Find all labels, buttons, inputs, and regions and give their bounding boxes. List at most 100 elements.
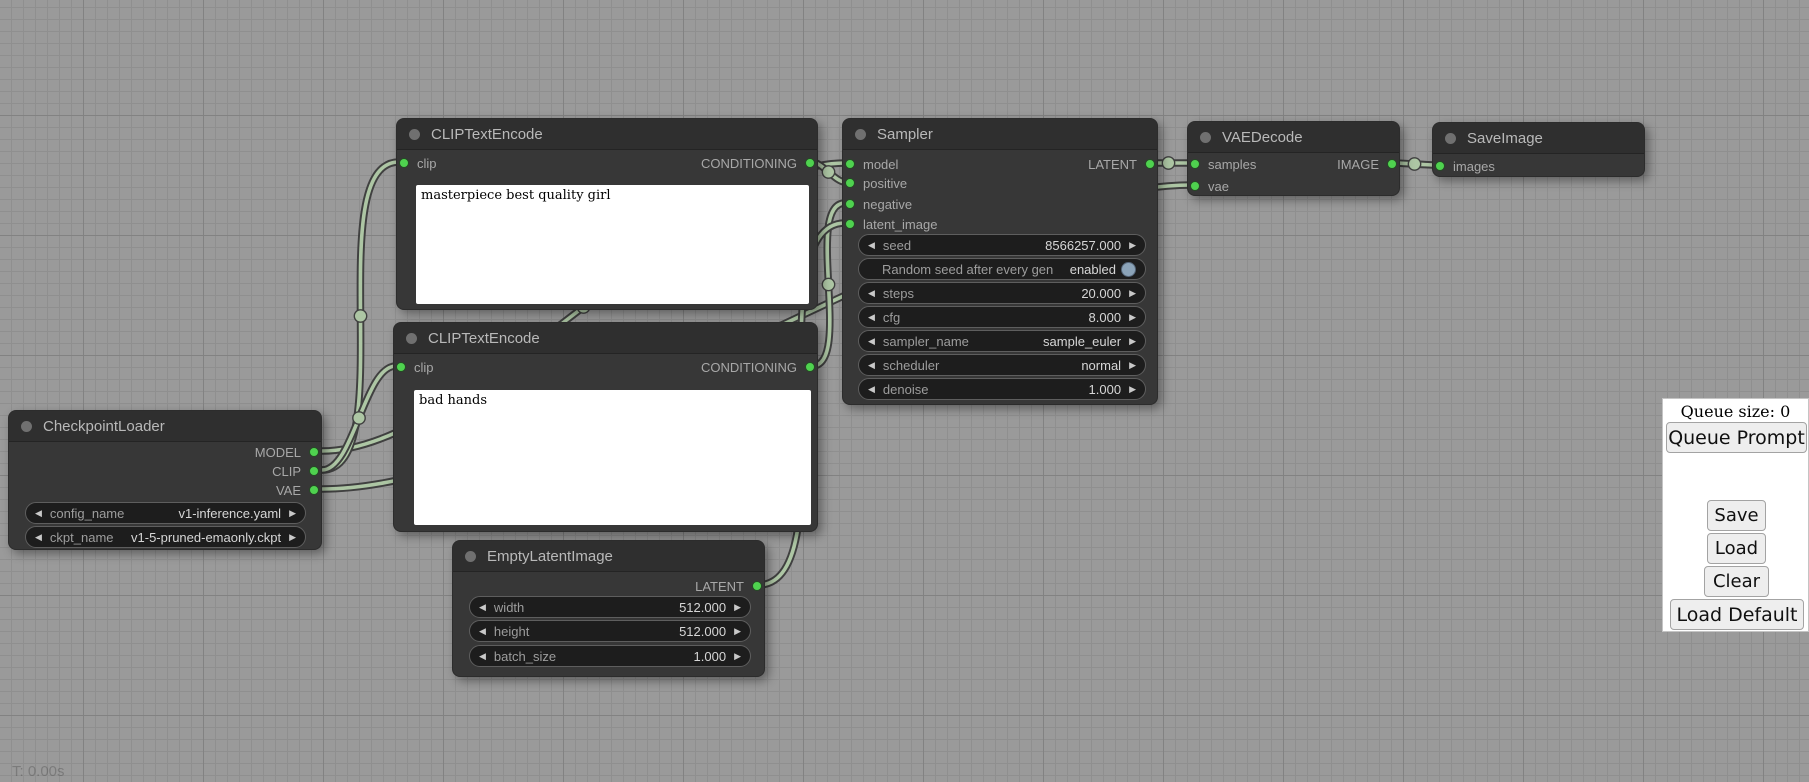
decrement-arrow-icon[interactable]: ◀ <box>479 603 486 612</box>
port-dot-icon[interactable] <box>1145 159 1155 169</box>
port-dot-icon[interactable] <box>805 362 815 372</box>
seed-widget[interactable]: ◀ seed 8566257.000 ▶ <box>858 234 1146 256</box>
port-dot-icon[interactable] <box>309 447 319 457</box>
increment-arrow-icon[interactable]: ▶ <box>1129 313 1136 322</box>
input-port-latent-image[interactable]: latent_image <box>845 215 937 233</box>
scheduler-widget[interactable]: ◀ scheduler normal ▶ <box>858 354 1146 376</box>
port-dot-icon[interactable] <box>1435 161 1445 171</box>
collapse-dot-icon[interactable] <box>1445 133 1456 144</box>
input-port-samples[interactable]: samples <box>1190 155 1256 173</box>
port-dot-icon[interactable] <box>752 581 762 591</box>
decrement-arrow-icon[interactable]: ◀ <box>868 385 875 394</box>
port-dot-icon[interactable] <box>396 362 406 372</box>
batch-size-widget[interactable]: ◀ batch_size 1.000 ▶ <box>469 645 751 667</box>
decrement-arrow-icon[interactable]: ◀ <box>479 652 486 661</box>
decrement-arrow-icon[interactable]: ◀ <box>868 241 875 250</box>
collapse-dot-icon[interactable] <box>21 421 32 432</box>
increment-arrow-icon[interactable]: ▶ <box>289 533 296 542</box>
port-dot-icon[interactable] <box>845 219 855 229</box>
input-port-vae[interactable]: vae <box>1190 177 1229 195</box>
decrement-arrow-icon[interactable]: ◀ <box>868 361 875 370</box>
decrement-arrow-icon[interactable]: ◀ <box>868 313 875 322</box>
link-midpoint-dot[interactable] <box>353 412 365 424</box>
node-title-bar[interactable]: VAEDecode <box>1188 122 1399 153</box>
port-dot-icon[interactable] <box>1190 181 1200 191</box>
port-dot-icon[interactable] <box>309 466 319 476</box>
sampler-name-widget[interactable]: ◀ sampler_name sample_euler ▶ <box>858 330 1146 352</box>
cfg-widget[interactable]: ◀ cfg 8.000 ▶ <box>858 306 1146 328</box>
output-port-latent[interactable]: LATENT <box>695 577 762 595</box>
node-title-bar[interactable]: CheckpointLoader <box>9 411 321 442</box>
increment-arrow-icon[interactable]: ▶ <box>1129 385 1136 394</box>
output-port-image[interactable]: IMAGE <box>1337 155 1397 173</box>
decrement-arrow-icon[interactable]: ◀ <box>35 509 42 518</box>
prompt-textarea[interactable]: masterpiece best quality girl <box>416 185 809 304</box>
decrement-arrow-icon[interactable]: ◀ <box>868 289 875 298</box>
output-port-conditioning[interactable]: CONDITIONING <box>701 154 815 172</box>
input-port-positive[interactable]: positive <box>845 174 907 192</box>
link-midpoint-dot[interactable] <box>1408 158 1420 170</box>
collapse-dot-icon[interactable] <box>465 551 476 562</box>
node-clip-text-encode-positive[interactable]: CLIPTextEncode clip CONDITIONING masterp… <box>396 118 818 310</box>
increment-arrow-icon[interactable]: ▶ <box>1129 289 1136 298</box>
port-dot-icon[interactable] <box>805 158 815 168</box>
decrement-arrow-icon[interactable]: ◀ <box>35 533 42 542</box>
load-button[interactable]: Load <box>1707 533 1766 564</box>
link-midpoint-dot[interactable] <box>822 278 834 290</box>
input-port-negative[interactable]: negative <box>845 195 912 213</box>
input-port-clip[interactable]: clip <box>399 154 437 172</box>
output-port-clip[interactable]: CLIP <box>272 462 319 480</box>
node-vae-decode[interactable]: VAEDecode samples IMAGE vae <box>1187 121 1400 196</box>
denoise-widget[interactable]: ◀ denoise 1.000 ▶ <box>858 378 1146 400</box>
height-widget[interactable]: ◀ height 512.000 ▶ <box>469 620 751 642</box>
link-midpoint-dot[interactable] <box>822 166 834 178</box>
output-port-vae[interactable]: VAE <box>276 481 319 499</box>
port-dot-icon[interactable] <box>845 199 855 209</box>
increment-arrow-icon[interactable]: ▶ <box>1129 337 1136 346</box>
port-dot-icon[interactable] <box>1190 159 1200 169</box>
decrement-arrow-icon[interactable]: ◀ <box>479 627 486 636</box>
output-port-conditioning[interactable]: CONDITIONING <box>701 358 815 376</box>
port-dot-icon[interactable] <box>845 159 855 169</box>
decrement-arrow-icon[interactable]: ◀ <box>868 337 875 346</box>
input-port-model[interactable]: model <box>845 155 898 173</box>
collapse-dot-icon[interactable] <box>1200 132 1211 143</box>
port-dot-icon[interactable] <box>845 178 855 188</box>
increment-arrow-icon[interactable]: ▶ <box>734 652 741 661</box>
node-save-image[interactable]: SaveImage images <box>1432 122 1645 177</box>
node-title-bar[interactable]: CLIPTextEncode <box>394 323 817 354</box>
node-title-bar[interactable]: SaveImage <box>1433 123 1644 154</box>
node-checkpoint-loader[interactable]: CheckpointLoader MODEL CLIP VAE ◀ config… <box>8 410 322 550</box>
collapse-dot-icon[interactable] <box>406 333 417 344</box>
save-button[interactable]: Save <box>1707 500 1766 531</box>
steps-widget[interactable]: ◀ steps 20.000 ▶ <box>858 282 1146 304</box>
toggle-dot-icon[interactable] <box>1121 262 1136 277</box>
input-port-images[interactable]: images <box>1435 157 1495 175</box>
port-dot-icon[interactable] <box>1387 159 1397 169</box>
node-clip-text-encode-negative[interactable]: CLIPTextEncode clip CONDITIONING bad han… <box>393 322 818 532</box>
collapse-dot-icon[interactable] <box>409 129 420 140</box>
load-default-button[interactable]: Load Default <box>1670 599 1804 630</box>
random-seed-toggle-widget[interactable]: Random seed after every gen enabled <box>858 258 1146 280</box>
output-port-model[interactable]: MODEL <box>255 443 319 461</box>
increment-arrow-icon[interactable]: ▶ <box>1129 241 1136 250</box>
clear-button[interactable]: Clear <box>1704 566 1769 597</box>
queue-prompt-button[interactable]: Queue Prompt <box>1666 422 1807 453</box>
port-dot-icon[interactable] <box>399 158 409 168</box>
prompt-textarea[interactable]: bad hands <box>414 390 811 525</box>
node-title-bar[interactable]: CLIPTextEncode <box>397 119 817 150</box>
increment-arrow-icon[interactable]: ▶ <box>289 509 296 518</box>
node-title-bar[interactable]: EmptyLatentImage <box>453 541 764 572</box>
port-dot-icon[interactable] <box>309 485 319 495</box>
collapse-dot-icon[interactable] <box>855 129 866 140</box>
output-port-latent[interactable]: LATENT <box>1088 155 1155 173</box>
increment-arrow-icon[interactable]: ▶ <box>734 627 741 636</box>
increment-arrow-icon[interactable]: ▶ <box>1129 361 1136 370</box>
node-empty-latent-image[interactable]: EmptyLatentImage LATENT ◀ width 512.000 … <box>452 540 765 677</box>
config-name-widget[interactable]: ◀ config_name v1-inference.yaml ▶ <box>25 502 306 524</box>
ckpt-name-widget[interactable]: ◀ ckpt_name v1-5-pruned-emaonly.ckpt ▶ <box>25 526 306 548</box>
node-title-bar[interactable]: Sampler <box>843 119 1157 150</box>
width-widget[interactable]: ◀ width 512.000 ▶ <box>469 596 751 618</box>
input-port-clip[interactable]: clip <box>396 358 434 376</box>
link-midpoint-dot[interactable] <box>1162 157 1174 169</box>
